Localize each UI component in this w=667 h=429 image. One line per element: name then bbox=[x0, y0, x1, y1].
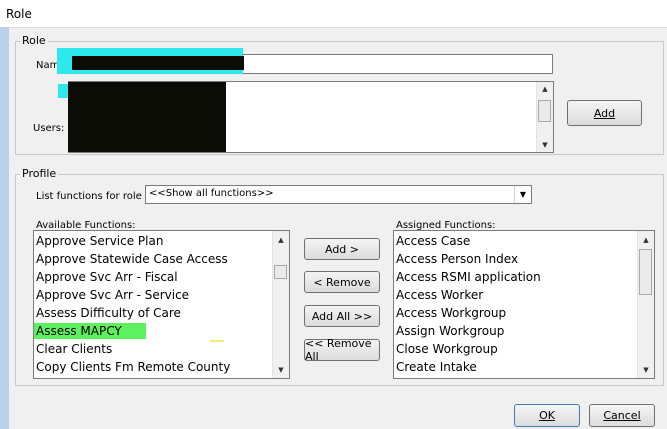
list-item[interactable]: Assign Workgroup bbox=[396, 324, 504, 338]
window-border bbox=[0, 27, 9, 429]
cancel-button-label: Cancel bbox=[603, 409, 641, 422]
assigned-scroll-thumb[interactable] bbox=[639, 249, 652, 295]
cancel-button[interactable]: Cancel bbox=[589, 404, 655, 427]
available-scrollbar[interactable]: ▲ ▼ bbox=[272, 231, 289, 378]
list-item[interactable]: Assess Difficulty of Care bbox=[36, 306, 181, 320]
list-item[interactable]: Clear Clients bbox=[36, 342, 112, 356]
list-item[interactable]: Access Workgroup bbox=[396, 306, 506, 320]
window-title: Role bbox=[6, 7, 32, 21]
scroll-down-icon[interactable]: ▼ bbox=[638, 365, 654, 375]
remove-all-button[interactable]: << Remove All bbox=[304, 337, 380, 363]
scroll-down-icon[interactable]: ▼ bbox=[273, 365, 289, 375]
list-item[interactable]: Approve Svc Arr - Fiscal bbox=[36, 270, 178, 284]
function-filter-value: <<Show all functions>> bbox=[149, 188, 274, 199]
ok-button-label: OK bbox=[539, 409, 555, 422]
title-bar: Role bbox=[0, 0, 667, 28]
assigned-functions-list[interactable]: Access Case Access Person Index Access R… bbox=[393, 230, 655, 379]
remove-all-button-label: << Remove All bbox=[305, 337, 372, 363]
function-filter-select[interactable]: <<Show all functions>> ▼ bbox=[145, 185, 532, 204]
list-item[interactable]: Create Intake bbox=[396, 360, 477, 374]
available-functions-list[interactable]: Approve Service Plan Approve Statewide C… bbox=[33, 230, 290, 379]
role-legend: Role bbox=[20, 34, 48, 47]
add-function-button-label: Add > bbox=[324, 242, 359, 256]
add-all-button-label: Add All >> bbox=[311, 309, 373, 323]
scroll-up-icon[interactable]: ▲ bbox=[638, 235, 654, 245]
name-redaction bbox=[72, 56, 244, 70]
list-item[interactable]: Access Worker bbox=[396, 288, 483, 302]
ok-button[interactable]: OK bbox=[514, 404, 580, 427]
list-item[interactable]: Approve Svc Arr - Service bbox=[36, 288, 189, 302]
add-all-button[interactable]: Add All >> bbox=[304, 305, 380, 327]
remove-function-button-label: < Remove bbox=[313, 275, 371, 289]
available-scroll-thumb[interactable] bbox=[274, 265, 287, 279]
list-item[interactable]: Approve Statewide Case Access bbox=[36, 252, 228, 266]
add-user-button[interactable]: Add bbox=[567, 100, 642, 126]
remove-function-button[interactable]: < Remove bbox=[304, 271, 380, 293]
users-label: Users: bbox=[33, 123, 65, 134]
assigned-scrollbar[interactable]: ▲ ▼ bbox=[637, 231, 654, 378]
yellow-mark bbox=[210, 340, 224, 342]
list-item[interactable]: Access Case bbox=[396, 234, 470, 248]
users-scroll-thumb[interactable] bbox=[538, 100, 551, 122]
add-function-button[interactable]: Add > bbox=[304, 238, 380, 260]
users-scrollbar[interactable]: ▲ ▼ bbox=[536, 82, 553, 152]
list-item[interactable]: Close Workgroup bbox=[396, 342, 498, 356]
list-item[interactable]: Copy Clients Fm Remote County bbox=[36, 360, 230, 374]
list-item[interactable]: Access Person Index bbox=[396, 252, 518, 266]
list-item[interactable]: Approve Service Plan bbox=[36, 234, 163, 248]
add-user-button-label: Add bbox=[593, 106, 616, 120]
profile-legend: Profile bbox=[20, 167, 59, 180]
scroll-up-icon[interactable]: ▲ bbox=[537, 84, 553, 94]
list-item[interactable]: Access RSMI application bbox=[396, 270, 541, 284]
scroll-up-icon[interactable]: ▲ bbox=[273, 235, 289, 245]
list-functions-label: List functions for role bbox=[36, 191, 142, 202]
chevron-down-icon[interactable]: ▼ bbox=[514, 186, 531, 203]
scroll-down-icon[interactable]: ▼ bbox=[537, 140, 553, 150]
users-redaction bbox=[68, 82, 226, 152]
list-item[interactable]: Assess MAPCY bbox=[36, 324, 122, 338]
